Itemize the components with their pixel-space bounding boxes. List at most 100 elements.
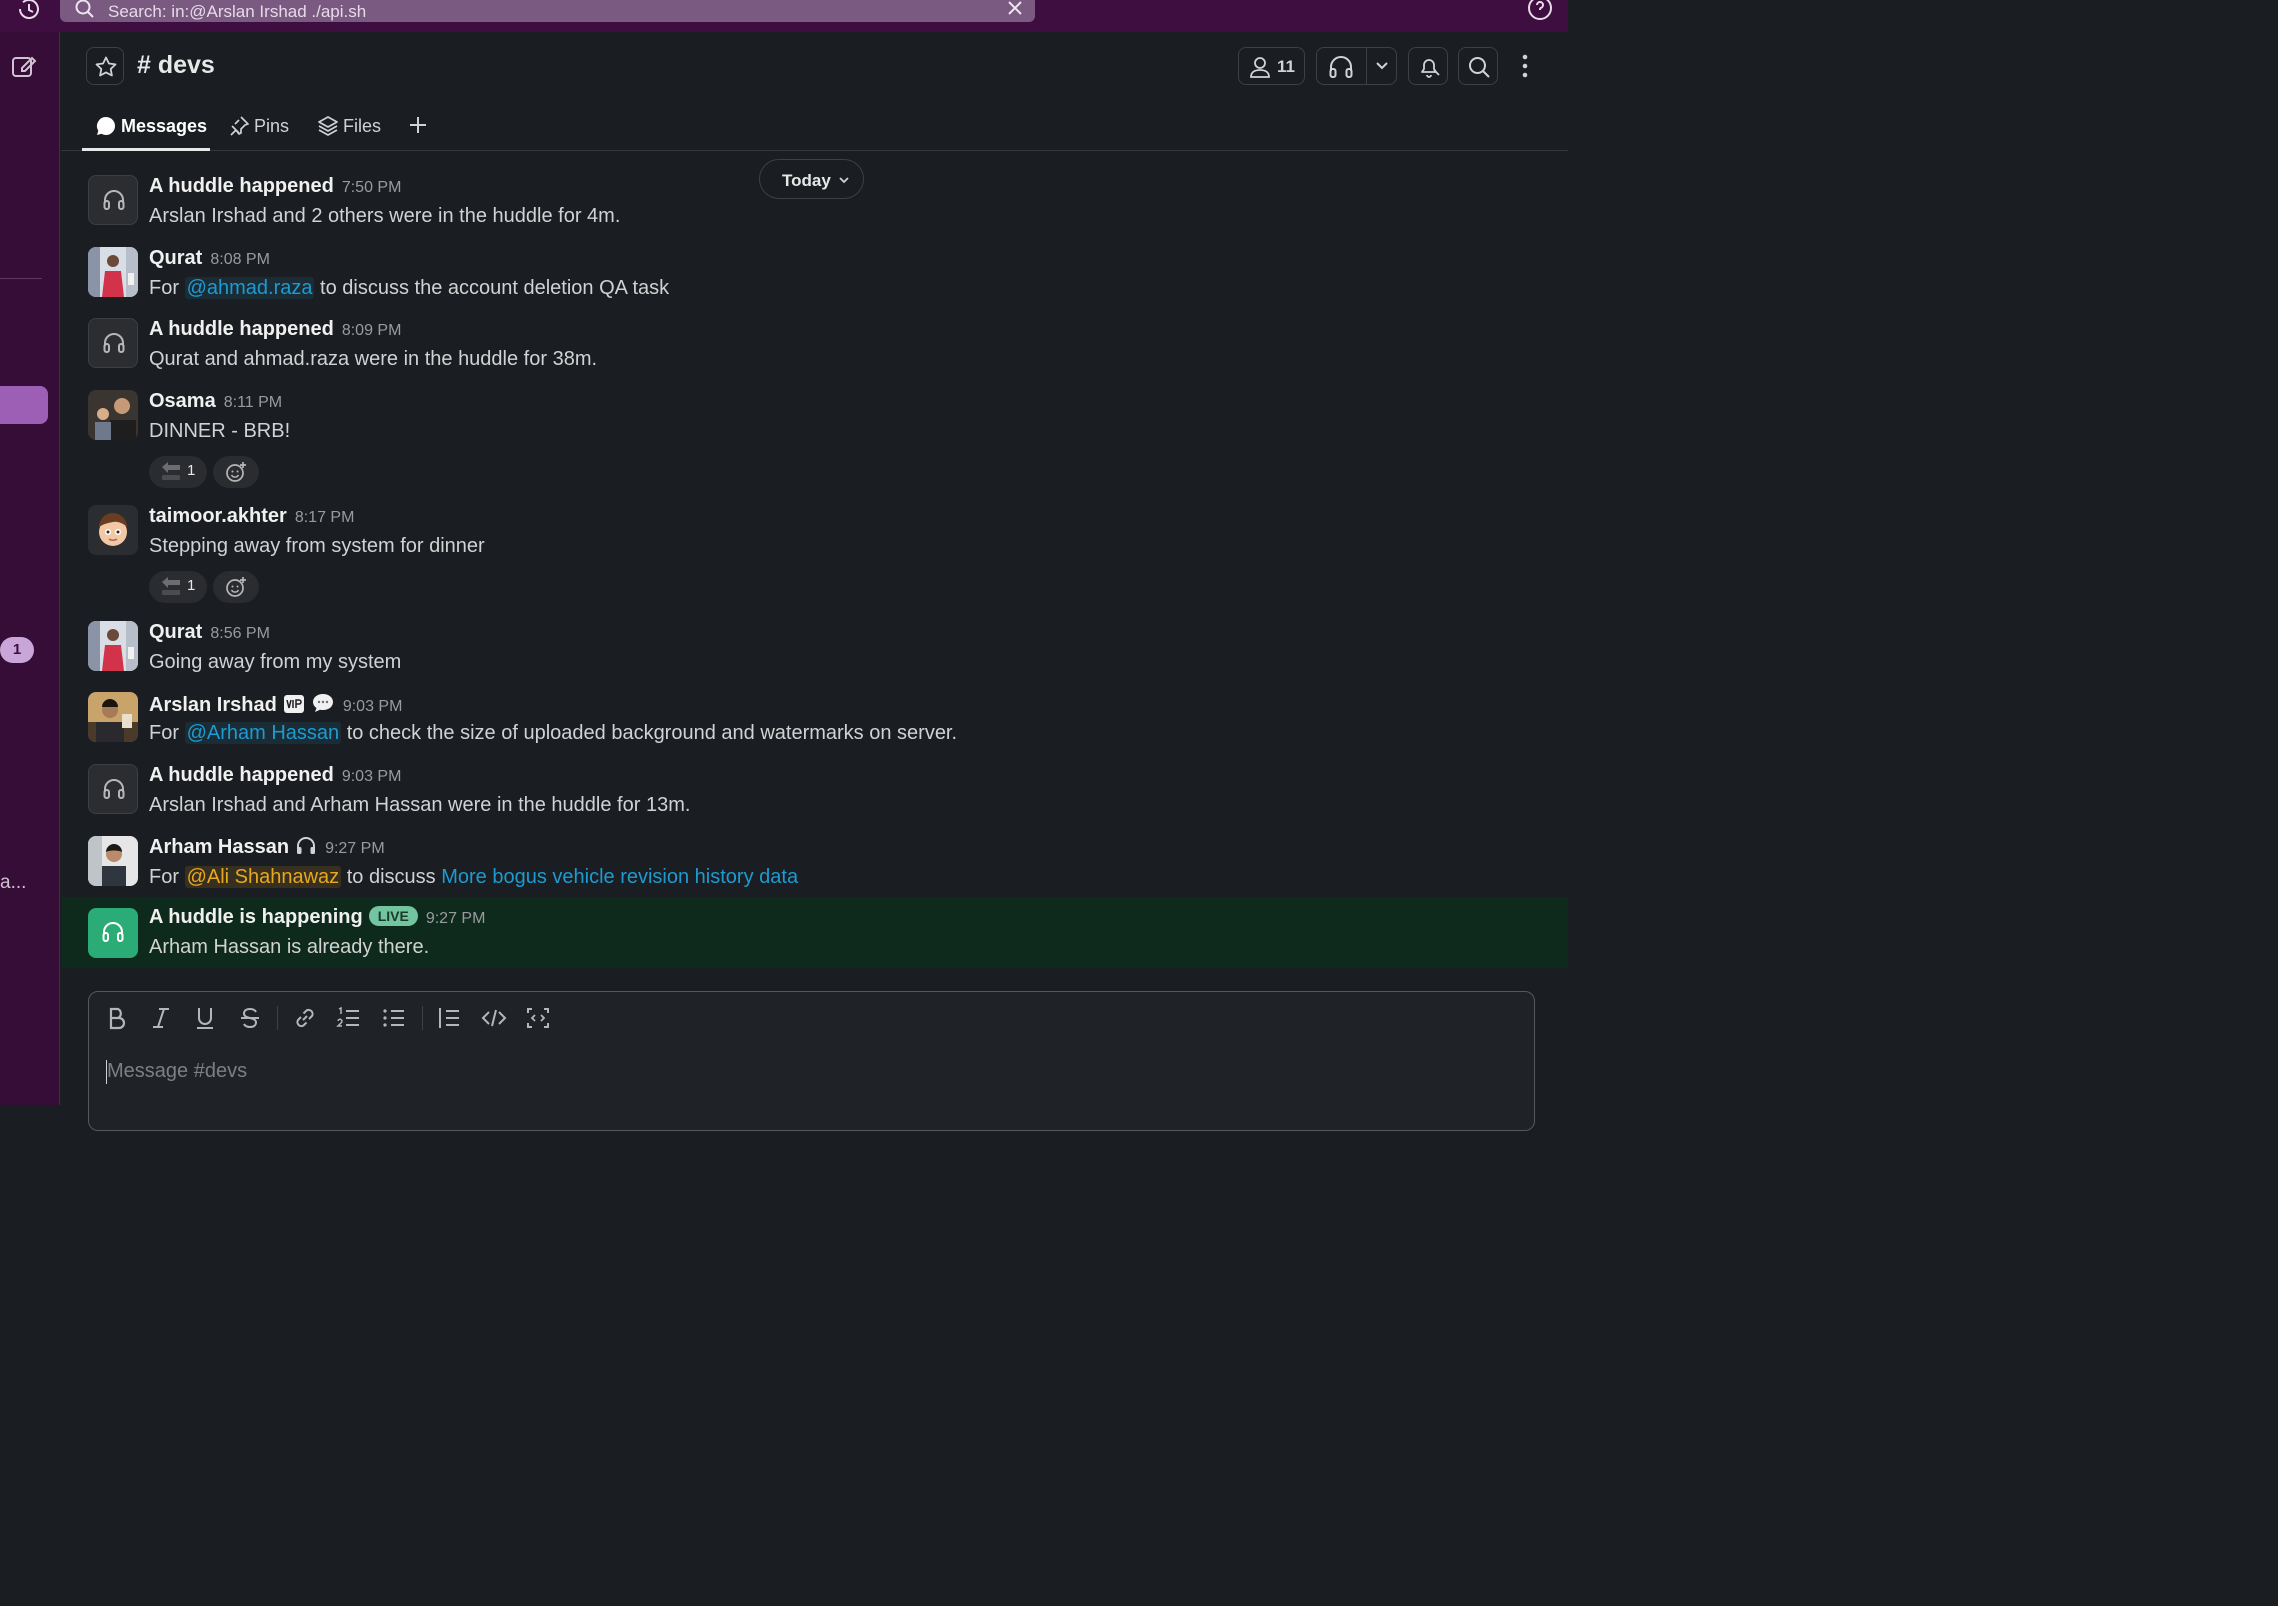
user-mention[interactable]: @Arham Hassan [184,722,342,744]
message-header: Arham Hassan 9:27 PM [149,836,385,862]
user-photo-arslan [88,692,138,742]
tab-pins[interactable]: Pins [228,114,298,140]
history-icon[interactable] [14,0,44,24]
message-row[interactable]: taimoor.akhter 8:17 PM Stepping away from… [61,505,1568,615]
channel-tabs: Messages Pins Files [61,102,1568,151]
back-arrow-emoji-icon [162,577,180,595]
code-block-icon[interactable] [524,1004,552,1032]
timestamp[interactable]: 9:03 PM [342,768,402,785]
reaction-count: 1 [187,462,196,479]
search-bar[interactable]: Search: in:@Arslan Irshad ./api.sh [60,0,1035,22]
tab-files[interactable]: Files [317,114,389,140]
timestamp[interactable]: 7:50 PM [342,179,402,196]
sender-name[interactable]: Qurat [149,621,202,643]
reaction-pill[interactable]: 1 [149,571,207,603]
message-composer[interactable]: Message #devs [88,991,1535,1131]
underline-icon[interactable] [191,1004,219,1032]
timestamp[interactable]: 9:27 PM [426,910,486,927]
sender-name[interactable]: A huddle happened [149,175,334,197]
top-bar: Search: in:@Arslan Irshad ./api.sh [0,0,1568,32]
bulleted-list-icon[interactable] [380,1004,408,1032]
link-icon[interactable] [291,1004,319,1032]
avatar[interactable] [88,390,138,440]
tab-label: Files [343,116,382,136]
notifications-button[interactable] [1408,47,1448,85]
tab-messages[interactable]: Messages [95,114,215,140]
sender-name[interactable]: Osama [149,390,216,412]
message-text: Arslan Irshad and Arham Hassan were in t… [149,794,691,816]
timestamp[interactable]: 9:27 PM [325,840,385,857]
sender-name[interactable]: taimoor.akhter [149,505,287,527]
timestamp[interactable]: 8:11 PM [224,394,282,411]
sender-name[interactable]: A huddle happened [149,764,334,786]
timestamp[interactable]: 9:03 PM [343,698,403,715]
message-row[interactable]: Arslan Irshad 9:03 PM For @Arham Hassan t… [61,692,1568,762]
avatar[interactable] [88,836,138,886]
layers-icon [318,116,338,136]
compose-icon[interactable] [10,52,38,80]
channel-search-button[interactable] [1458,47,1498,85]
message-header: A huddle is happening LIVE 9:27 PM [149,906,485,932]
message-text: Stepping away from system for dinner [149,535,485,557]
headphones-icon [103,779,125,799]
huddle-avatar [88,764,138,814]
timestamp[interactable]: 8:56 PM [210,625,270,642]
date-divider-button[interactable]: Today [759,159,864,199]
message-row[interactable]: Arham Hassan 9:27 PM For @Ali Shahnawaz t… [61,836,1568,906]
message-text: Qurat and ahmad.raza were in the huddle … [149,348,598,370]
active-tab-indicator [82,148,210,151]
text-segment: to discuss [341,866,442,888]
add-reaction-button[interactable] [213,571,259,603]
sender-name[interactable]: A huddle is happening [149,906,363,928]
star-button[interactable] [86,47,124,85]
canvas-link[interactable]: More bogus vehicle revision history data [441,866,798,888]
avatar[interactable] [88,505,138,555]
sidebar-item-active[interactable] [0,386,48,424]
help-icon[interactable] [1526,0,1554,22]
close-icon[interactable] [1005,0,1025,18]
message-header: A huddle happened 8:09 PM [149,318,401,344]
message-row[interactable]: Qurat 8:56 PM Going away from my system [61,621,1568,691]
plus-icon[interactable] [407,114,429,136]
message-row[interactable]: A huddle happened 9:03 PM Arslan Irshad a… [61,764,1568,834]
avatar[interactable] [88,692,138,742]
members-button[interactable]: 11 [1238,47,1305,85]
user-photo-osama [88,390,138,440]
user-mention-self[interactable]: @Ali Shahnawaz [184,866,342,888]
message-input[interactable]: Message #devs [107,1060,247,1083]
sender-name[interactable]: Qurat [149,247,202,269]
user-mention[interactable]: @ahmad.raza [184,277,315,299]
sender-name[interactable]: A huddle happened [149,318,334,340]
sender-name[interactable]: Arham Hassan [149,836,289,858]
timestamp[interactable]: 8:17 PM [295,509,355,526]
huddle-button[interactable] [1316,47,1397,85]
channel-title[interactable]: # devs [137,51,215,80]
add-reaction-button[interactable] [213,456,259,488]
message-row[interactable]: Osama 8:11 PM DINNER - BRB! 1 [61,390,1568,500]
message-row[interactable]: Qurat 8:08 PM For @ahmad.raza to discuss … [61,247,1568,317]
person-icon [1250,57,1270,78]
message-row[interactable]: A huddle happened 8:09 PM Qurat and ahmad… [61,318,1568,388]
bold-icon[interactable] [103,1004,131,1032]
timestamp[interactable]: 8:08 PM [210,251,270,268]
live-badge: LIVE [368,906,418,926]
timestamp[interactable]: 8:09 PM [342,322,402,339]
avatar[interactable] [88,247,138,297]
sidebar-item-label[interactable]: a... [0,872,26,894]
live-huddle-row[interactable]: A huddle is happening LIVE 9:27 PM Arham H… [61,897,1568,968]
italic-icon[interactable] [147,1004,175,1032]
code-icon[interactable] [480,1004,508,1032]
headphones-icon [103,190,125,210]
chevron-down-icon[interactable] [1374,59,1390,73]
sender-name[interactable]: Arslan Irshad [149,694,277,716]
strikethrough-icon[interactable] [236,1004,264,1032]
more-options-icon[interactable] [1513,51,1537,81]
search-icon [1469,57,1490,78]
unread-badge[interactable]: 1 [0,637,34,663]
blockquote-icon[interactable] [435,1004,463,1032]
reaction-pill[interactable]: 1 [149,456,207,488]
avatar[interactable] [88,621,138,671]
message-header: Arslan Irshad 9:03 PM [149,692,402,718]
star-icon [95,56,117,77]
ordered-list-icon[interactable] [335,1004,363,1032]
